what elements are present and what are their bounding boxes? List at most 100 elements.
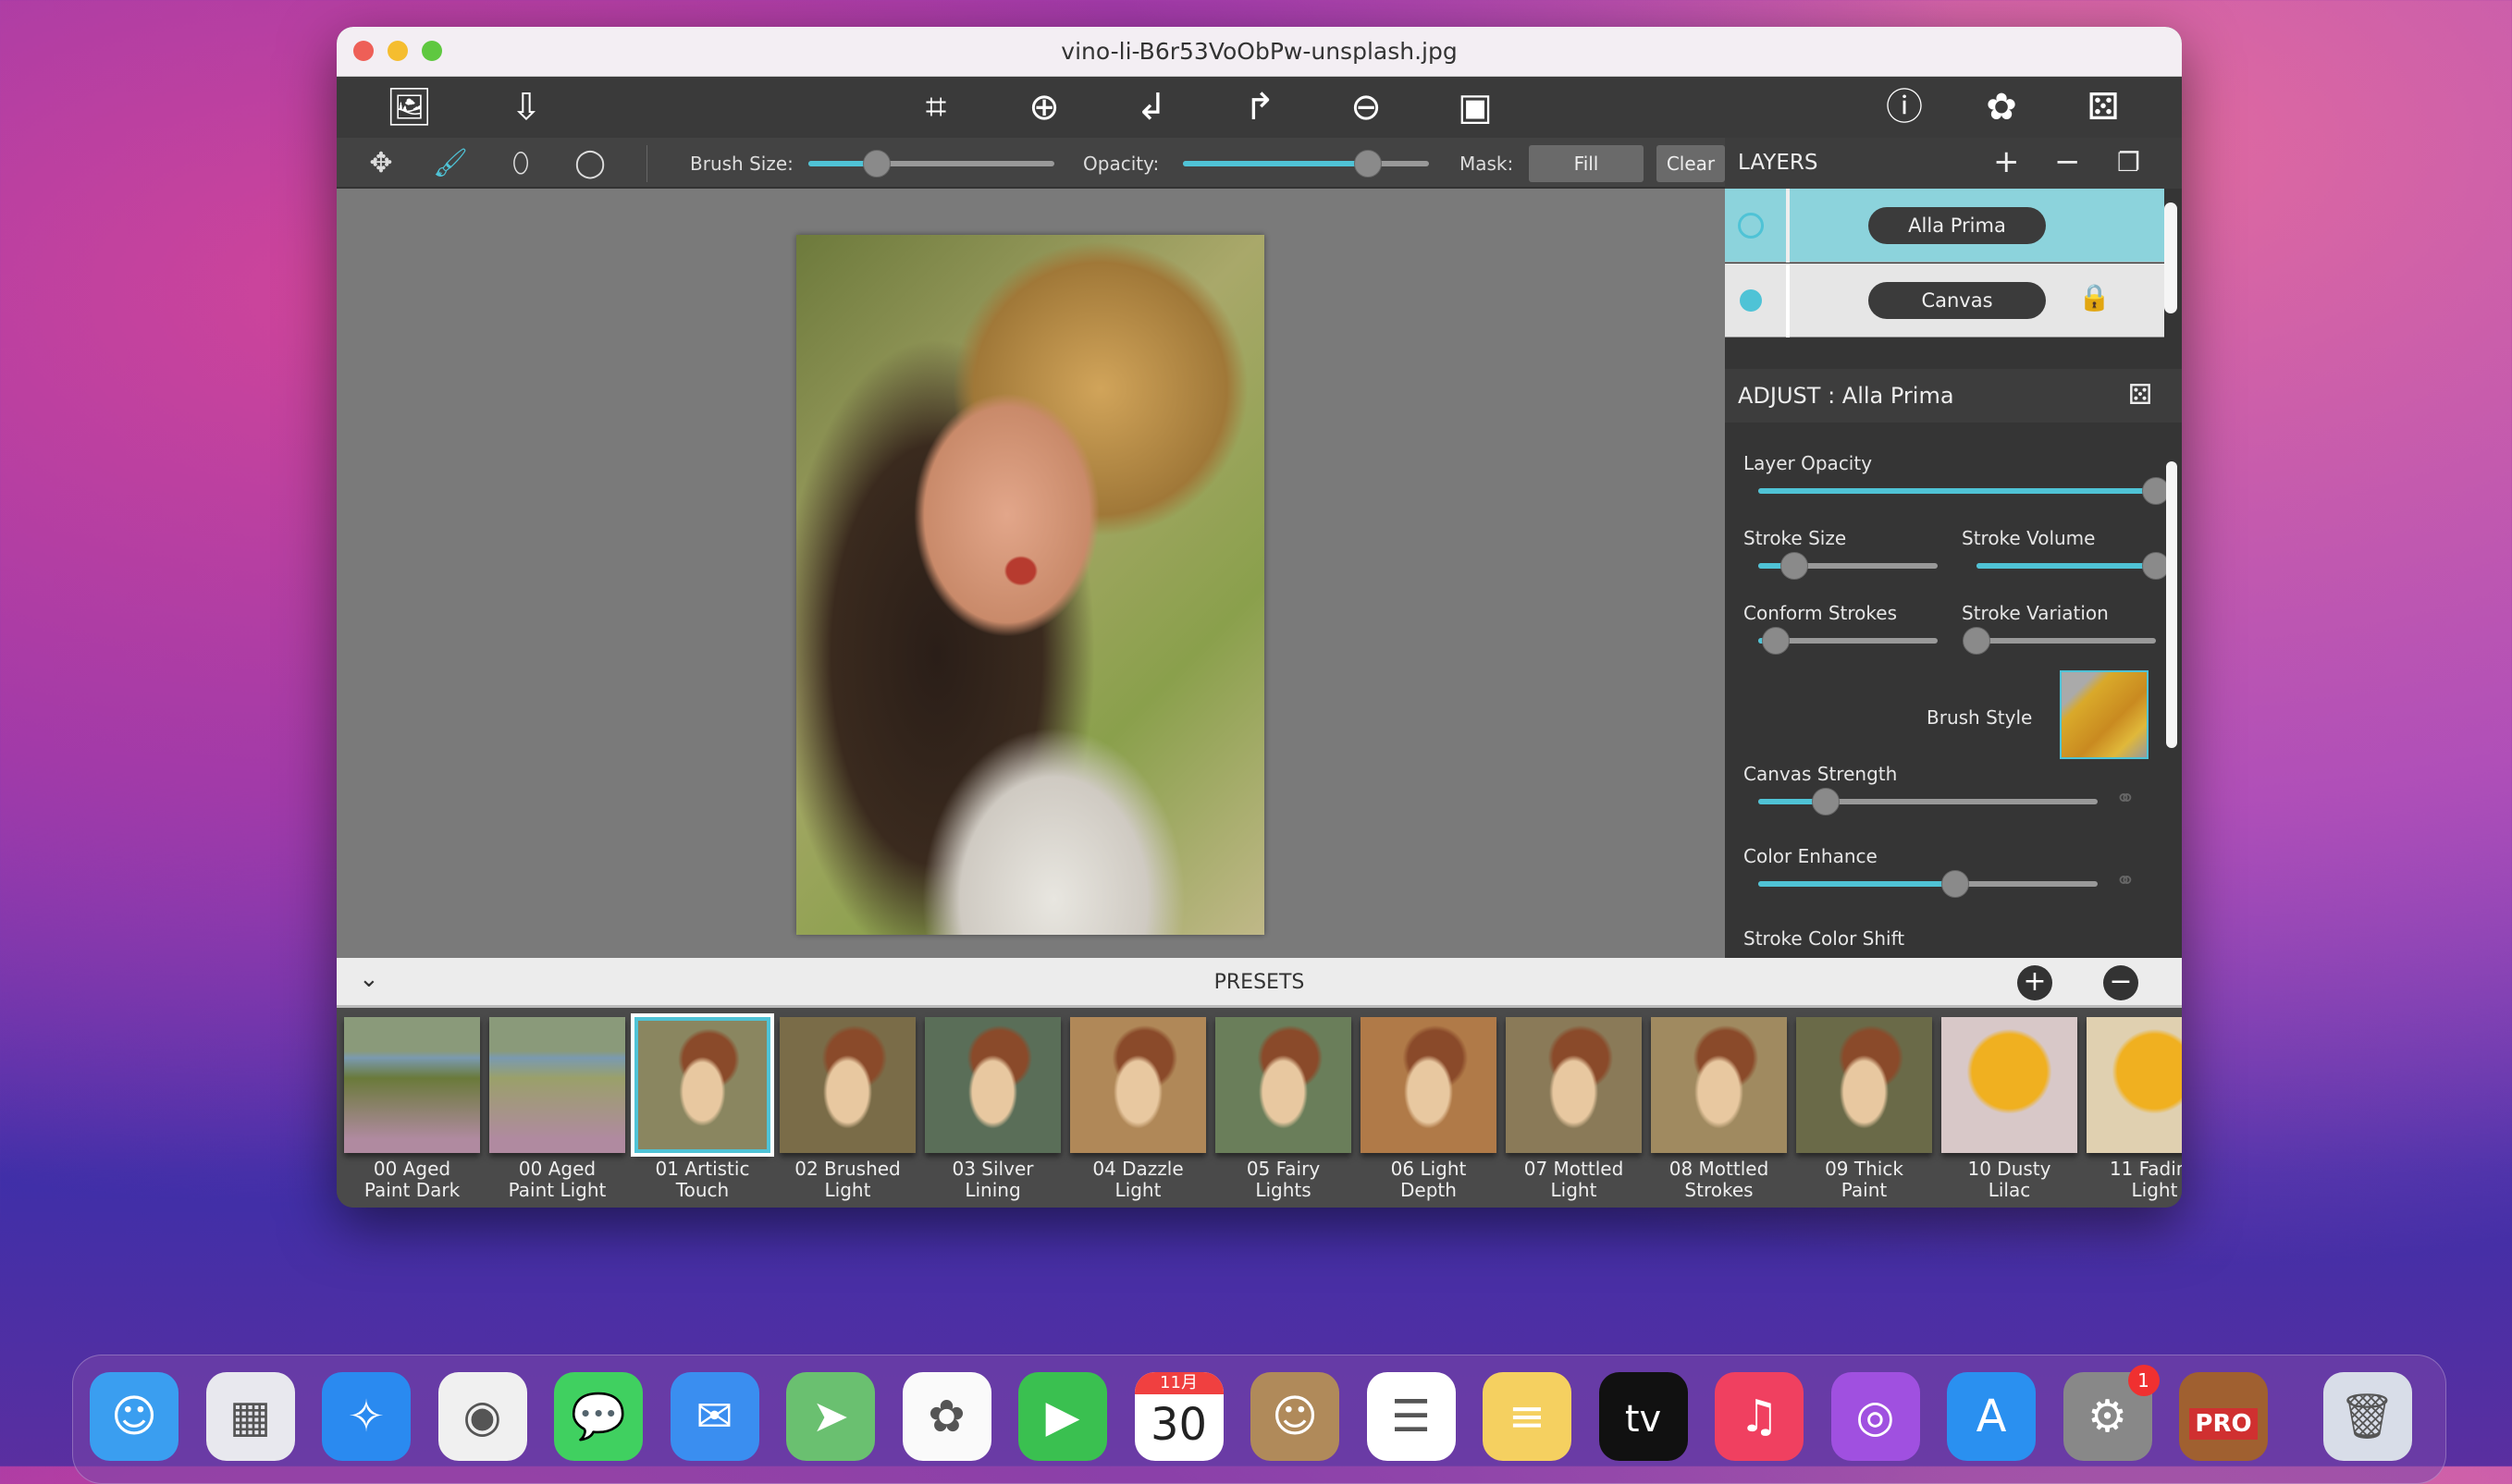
preset-thumbnail[interactable] [631,1013,774,1157]
contacts-icon[interactable]: ☺ [1250,1372,1339,1461]
facetime-icon[interactable]: ▶ [1018,1372,1107,1461]
move-tool-icon[interactable]: ✥ [363,145,400,182]
info-icon[interactable]: ⓘ [1881,86,1927,129]
randomize-dice-icon[interactable]: ⚄ [2128,369,2152,423]
add-preset-button[interactable]: + [2017,965,2052,1000]
brush-tool-icon[interactable]: 🖌 [432,145,469,182]
stroke-size-slider[interactable] [1758,552,1938,580]
toolbar: 🖼 ⇩ ⌗ ⊕ ↲ ↱ ⊖ ▣ ⓘ ✿ ⚄ [337,77,2182,138]
mask-fill-button[interactable]: Fill [1529,145,1644,182]
app-window: vino-li-B6r53VoObPw-unsplash.jpg 🖼 ⇩ ⌗ ⊕… [337,27,2182,1208]
canvas-area[interactable] [337,189,1725,958]
preset-label: 11 FadingLight [2082,1159,2182,1201]
preset-label-line: 09 Thick [1825,1158,1903,1180]
preset-thumbnail[interactable] [1796,1017,1932,1153]
add-layer-icon[interactable]: + [1993,143,2020,180]
layer-visibility-toggle[interactable] [1740,289,1762,312]
brush-style-swatch[interactable] [2060,670,2149,759]
undo-icon[interactable]: ↲ [1128,86,1175,129]
settings-icon[interactable]: ✿ [1978,86,2025,129]
trash-icon[interactable]: 🗑 [2322,1372,2412,1461]
preset-label-line: 07 Mottled [1523,1158,1624,1180]
preset-label-line: 00 Aged [518,1158,597,1180]
remove-layer-icon[interactable]: − [2054,143,2081,180]
preset-label-line: Touch [675,1179,730,1201]
brush-size-label: Brush Size: [690,153,794,175]
remove-preset-button[interactable]: − [2103,965,2138,1000]
apple-tv-icon[interactable]: tv [1598,1372,1688,1461]
stroke-variation-slider[interactable] [1963,627,2156,655]
crop-icon[interactable]: ⌗ [913,86,959,129]
randomize-dice-icon[interactable]: ⚄ [2080,86,2126,129]
preset-label-line: 00 Aged [373,1158,451,1180]
pro-label: PRO [2189,1408,2258,1440]
preset-thumbnail[interactable] [1215,1017,1351,1153]
save-icon[interactable]: ⇩ [503,86,549,129]
preset-label-line: Lights [1255,1179,1311,1201]
lasso-tool-icon[interactable]: ◯ [572,145,609,182]
preset-thumbnail[interactable] [1651,1017,1787,1153]
preset-label-line: 01 Artistic [655,1158,750,1180]
system-preferences-icon[interactable]: ⚙ 1 [2063,1365,2160,1461]
stroke-color-shift-label: Stroke Color Shift [1743,927,1905,950]
layer-opacity-label: Layer Opacity [1743,452,1873,474]
photo-preview[interactable] [796,235,1264,935]
preset-thumbnail[interactable] [780,1017,916,1153]
preset-label-line: 11 Fading [2109,1158,2182,1180]
safari-icon[interactable]: ✧ [322,1372,411,1461]
reminders-icon[interactable]: ☰ [1366,1372,1456,1461]
app-store-icon[interactable]: A [1947,1372,2036,1461]
chrome-icon[interactable]: ◉ [437,1372,527,1461]
duplicate-layer-icon[interactable]: ❐ [2117,147,2140,178]
preset-thumbnail[interactable] [1941,1017,2077,1153]
preset-label: 00 Aged Paint Dark [339,1159,485,1201]
preset-thumbnail[interactable] [1506,1017,1642,1153]
preset-label: 00 Aged Paint Light [485,1159,630,1201]
open-image-icon[interactable]: 🖼 [386,86,433,129]
zoom-in-icon[interactable]: ⊕ [1021,86,1067,129]
maps-icon[interactable]: ➤ [786,1372,875,1461]
mail-icon[interactable]: ✉ [670,1372,759,1461]
preset-thumbnail[interactable] [2087,1017,2182,1153]
podcasts-icon[interactable]: ◎ [1830,1372,1920,1461]
redo-icon[interactable]: ↱ [1237,86,1283,129]
conform-strokes-label: Conform Strokes [1743,602,1898,624]
link-icon[interactable]: ⚭ [2115,867,2136,895]
link-icon[interactable]: ⚭ [2115,785,2136,813]
color-enhance-label: Color Enhance [1743,845,1878,867]
opacity-slider[interactable] [1183,150,1429,178]
messages-icon[interactable]: 💬 [554,1372,643,1461]
mask-clear-button[interactable]: Clear [1656,145,1725,182]
notes-icon[interactable]: ≡ [1483,1372,1571,1461]
preset-thumbnail[interactable] [489,1017,625,1153]
preset-thumbnail[interactable] [925,1017,1061,1153]
layer-visibility-toggle[interactable] [1738,213,1764,239]
launchpad-icon[interactable]: ▦ [205,1372,295,1461]
preset-label: 09 Thick Paint [1792,1159,1937,1201]
canvas-strength-slider[interactable] [1758,788,2098,816]
music-icon[interactable]: ♫ [1715,1372,1804,1461]
layers-scrollbar[interactable] [2164,202,2177,313]
color-enhance-slider[interactable] [1758,870,2098,898]
adjust-scrollbar[interactable] [2166,461,2177,748]
layer-row-canvas[interactable]: Canvas 🔒 [1725,264,2164,337]
layer-opacity-slider[interactable] [1758,477,2170,505]
stroke-volume-slider[interactable] [1976,552,2170,580]
zoom-out-icon[interactable]: ⊖ [1343,86,1389,129]
layer-row-alla-prima[interactable]: Alla Prima [1725,189,2164,263]
preset-label: 07 Mottled Light [1501,1159,1646,1201]
preset-label-line: 03 Silver [952,1158,1034,1180]
photos-icon[interactable]: ✿ [902,1372,991,1461]
painting-app-pro-icon[interactable]: PRO [2179,1372,2268,1461]
conform-strokes-slider[interactable] [1758,627,1938,655]
preset-thumbnail[interactable] [1070,1017,1206,1153]
fit-image-icon[interactable]: ▣ [1452,86,1498,129]
eraser-tool-icon[interactable]: ⬯ [502,145,539,182]
preset-thumbnail[interactable] [344,1017,480,1153]
brush-size-slider[interactable] [808,150,1054,178]
preset-thumbnail[interactable] [1361,1017,1496,1153]
calendar-icon[interactable]: 11月 30 [1134,1372,1224,1461]
stroke-variation-label: Stroke Variation [1962,602,2109,624]
finder-icon[interactable]: ☺ [90,1372,179,1461]
preset-label-line: Lining [965,1179,1021,1201]
